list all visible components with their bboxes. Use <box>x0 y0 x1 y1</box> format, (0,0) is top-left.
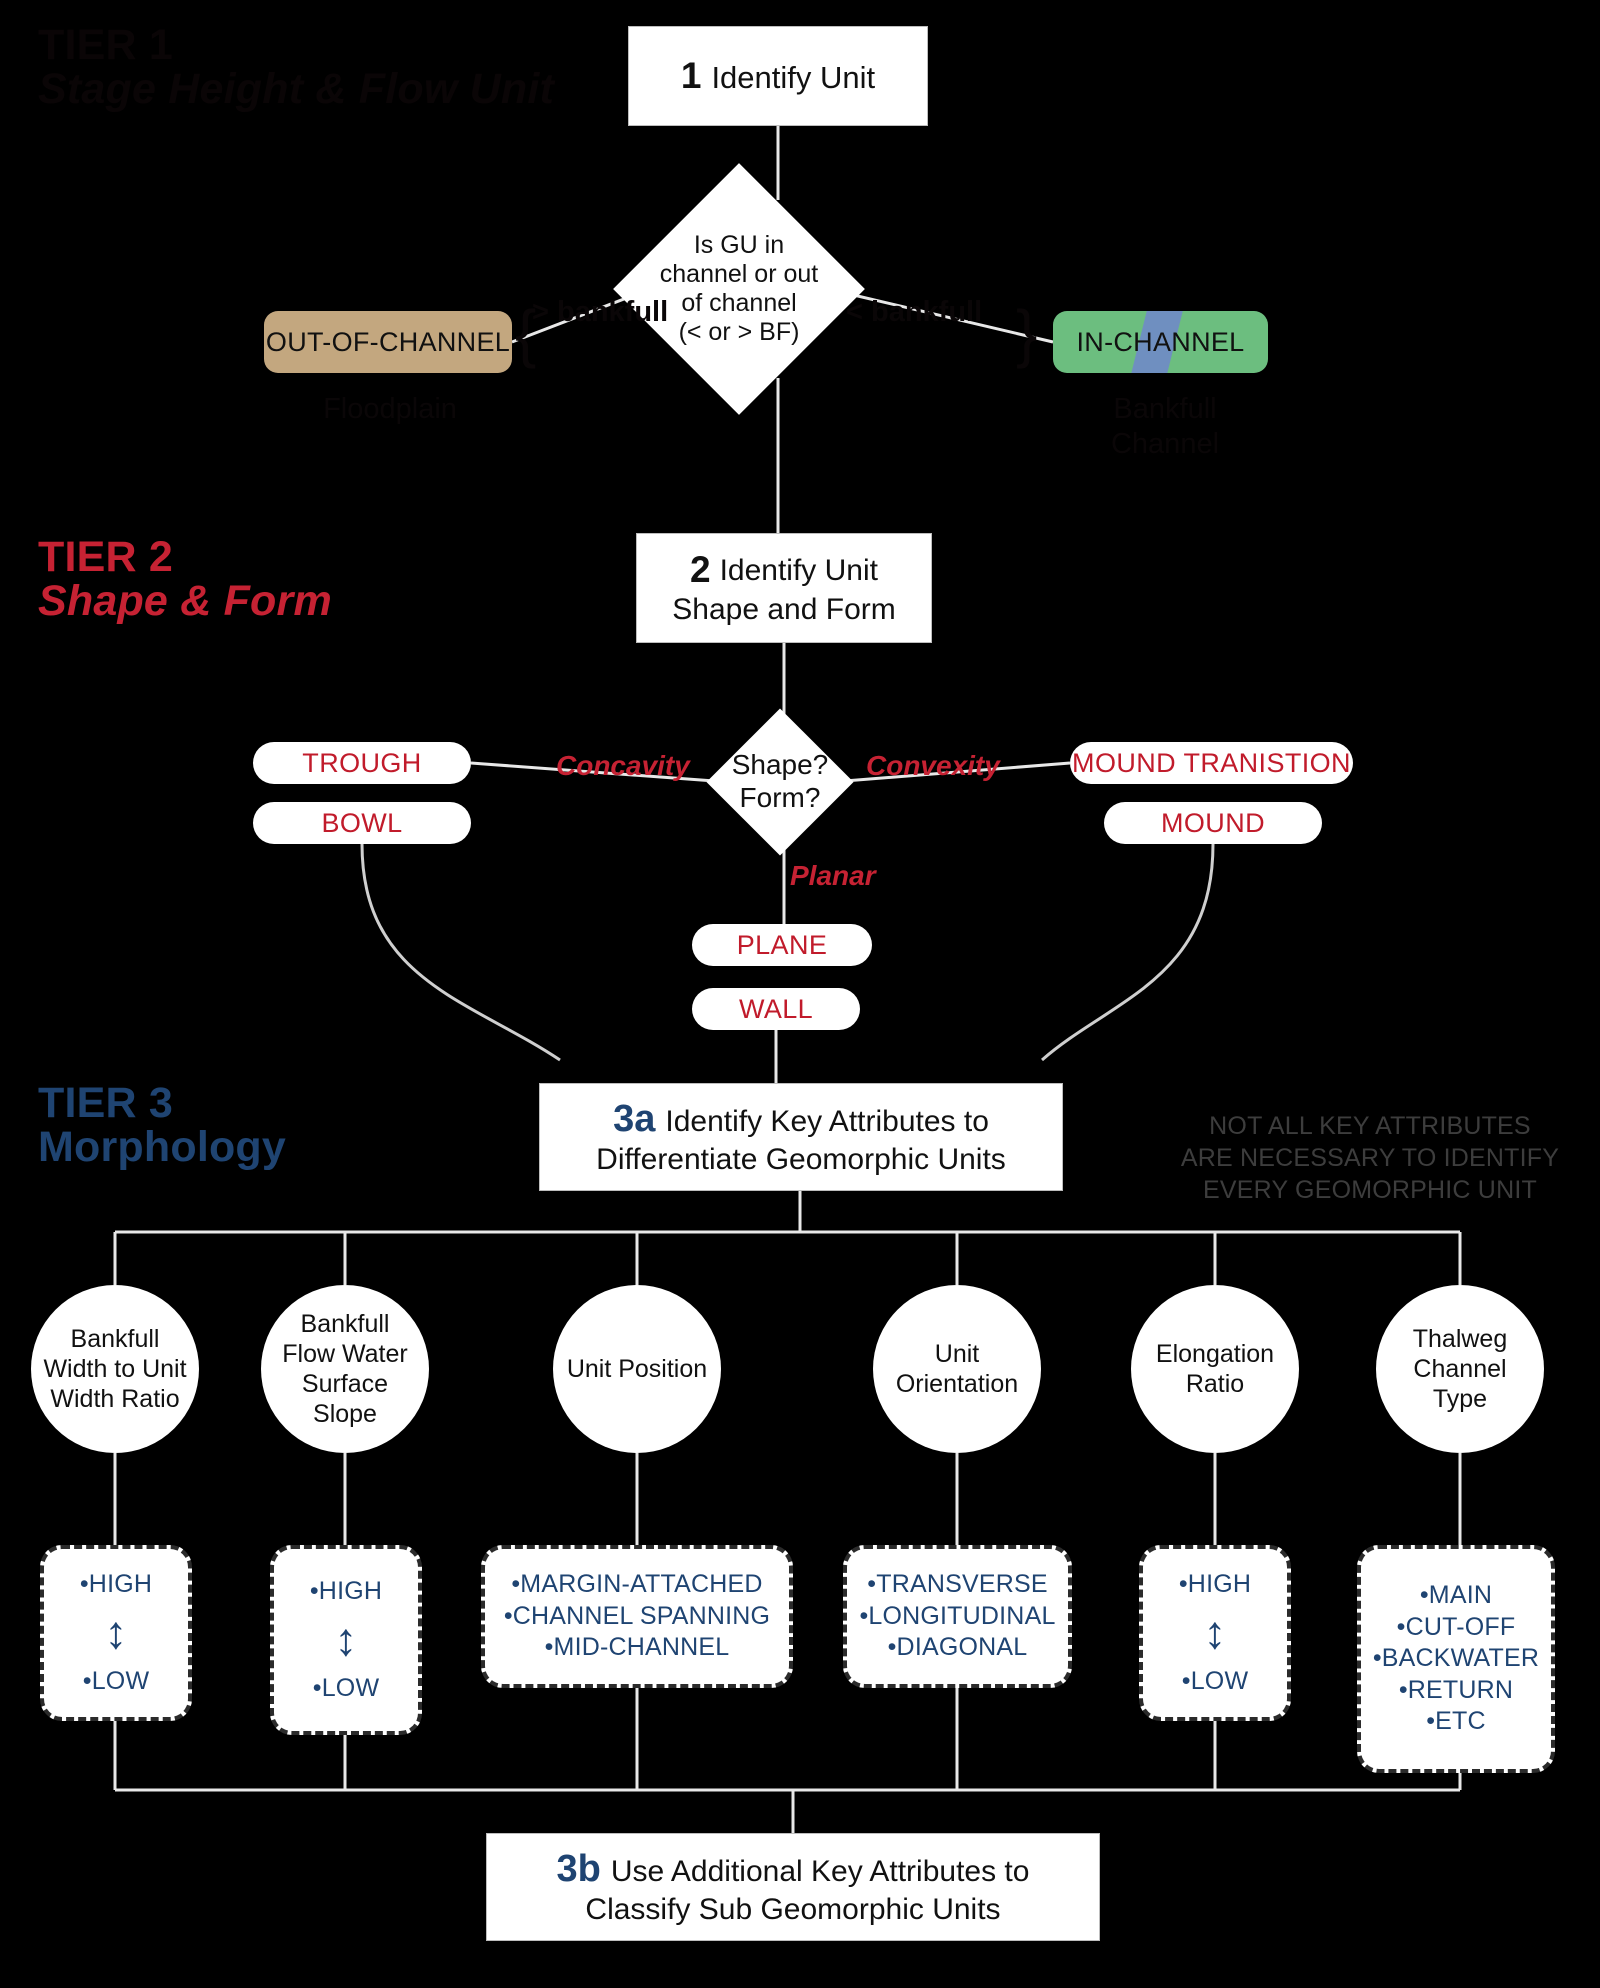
option-high: •HIGH <box>309 1576 383 1605</box>
option-box-bankfull-flow-water-surface-slope[interactable]: •HIGH ↕ •LOW <box>270 1545 422 1735</box>
decision-shape-line2: Form? <box>739 782 821 813</box>
option-box-elongation-ratio[interactable]: •HIGH ↕ •LOW <box>1139 1545 1291 1721</box>
decision-shape-line1: Shape? <box>731 749 829 781</box>
caption-bankfull-channel-line1: Bankfull <box>1113 393 1217 425</box>
pill-plane[interactable]: PLANE <box>692 924 872 966</box>
label-planar: Planar <box>790 860 876 891</box>
step-3a-identify-key-attributes-box[interactable]: 3a Identify Key Attributes to Differentia… <box>539 1083 1063 1191</box>
pill-trough[interactable]: TROUGH <box>253 742 471 784</box>
step-3a-number: 3a <box>613 1097 656 1140</box>
tier-3-label: TIER 3 <box>38 1079 174 1127</box>
tier-2-subtitle: Shape & Form <box>38 576 332 625</box>
step-3b-classify-sub-units-box[interactable]: 3b Use Additional Key Attributes to Class… <box>486 1833 1100 1941</box>
decision-channel-line2: channel or out <box>659 259 819 288</box>
attribute-circle-bankfull-flow-water-surface-slope[interactable]: Bankfull Flow Water Surface Slope <box>261 1285 429 1453</box>
decision-channel-line4: (< or > BF) <box>678 318 800 347</box>
tier-3-subtitle: Morphology <box>38 1122 287 1171</box>
step-1-number: 1 <box>680 55 702 96</box>
right-brace-icon: } <box>1016 297 1038 369</box>
attribute-circle-bankfull-width-to-unit-width-ratio[interactable]: Bankfull Width to Unit Width Ratio <box>31 1285 199 1453</box>
step-3b-number: 3b <box>556 1847 601 1890</box>
attribute-circle-label: Thalweg Channel Type <box>1412 1325 1508 1413</box>
tier-2-label: TIER 2 <box>38 533 174 581</box>
step-2-identify-shape-form-box[interactable]: 2 Identify Unit Shape and Form <box>636 533 932 643</box>
attribute-circle-label: Bankfull Flow Water Surface Slope <box>282 1310 408 1428</box>
label-concavity: Concavity <box>556 750 690 781</box>
pill-wall[interactable]: WALL <box>692 988 860 1030</box>
option-low: •LOW <box>312 1673 380 1702</box>
step-1-text: Identify Unit <box>711 60 876 95</box>
pill-mound-transition[interactable]: MOUND TRANISTION <box>1070 742 1353 784</box>
chip-in-channel[interactable]: IN-CHANNEL <box>1053 311 1268 373</box>
option-margin-attached: •MARGIN-ATTACHED <box>511 1570 763 1599</box>
option-backwater: •BACKWATER <box>1372 1644 1540 1673</box>
option-cut-off: •CUT-OFF <box>1396 1612 1516 1641</box>
condition-greater-than-bankfull: > bankfull <box>532 296 669 328</box>
step-3a-text-line1: Identify Key Attributes to <box>665 1104 989 1138</box>
note-line2: ARE NECESSARY TO IDENTIFY <box>1180 1144 1560 1172</box>
up-down-arrow-icon: ↕ <box>104 1606 128 1659</box>
caption-floodplain: Floodplain <box>323 393 457 425</box>
up-down-arrow-icon: ↕ <box>334 1613 358 1666</box>
attribute-circle-unit-orientation[interactable]: Unit Orientation <box>873 1285 1041 1453</box>
step-3b-text-line1: Use Additional Key Attributes to <box>610 1854 1030 1888</box>
up-down-arrow-icon: ↕ <box>1203 1606 1227 1659</box>
attribute-circle-label: Unit Orientation <box>895 1340 1019 1398</box>
step-2-number: 2 <box>690 549 711 591</box>
step-3b-text-line2: Classify Sub Geomorphic Units <box>585 1892 1001 1926</box>
decision-channel-line3: of channel <box>681 289 797 317</box>
option-box-thalweg-channel-type[interactable]: •MAIN •CUT-OFF •BACKWATER •RETURN •ETC <box>1357 1545 1555 1773</box>
attribute-circle-label: Elongation Ratio <box>1155 1340 1275 1398</box>
chip-out-of-channel[interactable]: OUT-OF-CHANNEL <box>264 311 512 373</box>
option-transverse: •TRANSVERSE <box>867 1570 1048 1599</box>
step-2-text-line1: Identify Unit <box>719 554 878 588</box>
chip-out-of-channel-label: OUT-OF-CHANNEL <box>265 326 511 357</box>
note-not-all-key-attributes: NOT ALL KEY ATTRIBUTES ARE NECESSARY TO … <box>1170 1110 1570 1206</box>
left-brace-icon: { <box>515 297 537 369</box>
option-high: •HIGH <box>79 1569 153 1598</box>
tier-1-subtitle: Stage Height & Flow Unit <box>38 64 555 113</box>
option-channel-spanning: •CHANNEL SPANNING <box>503 1601 771 1630</box>
decision-in-or-out-of-channel[interactable]: Is GU in channel or out of channel (< or… <box>613 163 865 415</box>
attribute-circle-thalweg-channel-type[interactable]: Thalweg Channel Type <box>1376 1285 1544 1453</box>
option-diagonal: •DIAGONAL <box>887 1633 1028 1662</box>
caption-bankfull-channel-line2: Channel <box>1110 427 1220 460</box>
attribute-circle-label: Unit Position <box>566 1355 708 1383</box>
decision-shape-form[interactable]: Shape? Form? <box>706 708 854 856</box>
note-line3: EVERY GEOMORPHIC UNIT <box>1203 1176 1537 1204</box>
option-mid-channel: •MID-CHANNEL <box>544 1633 730 1662</box>
chip-in-channel-label: IN-CHANNEL <box>1076 326 1245 357</box>
decision-channel-line1: Is GU in <box>693 230 785 259</box>
step-2-text-line2: Shape and Form <box>672 593 896 627</box>
condition-less-than-bankfull: < bankfull <box>846 296 983 328</box>
tier-1-heading: TIER 1 Stage Height & Flow Unit <box>38 21 555 113</box>
option-return: •RETURN <box>1398 1675 1514 1704</box>
step-3a-text-line2: Differentiate Geomorphic Units <box>596 1142 1006 1176</box>
label-convexity: Convexity <box>866 750 1000 781</box>
attribute-circle-label: Bankfull Width to Unit Width Ratio <box>43 1325 187 1413</box>
tier-1-label: TIER 1 <box>38 21 174 69</box>
pill-mound[interactable]: MOUND <box>1104 802 1322 844</box>
option-box-unit-position[interactable]: •MARGIN-ATTACHED •CHANNEL SPANNING •MID-… <box>481 1545 793 1688</box>
pill-bowl[interactable]: BOWL <box>253 802 471 844</box>
option-etc: •ETC <box>1426 1707 1486 1736</box>
flowchart-diagram: TIER 1 Stage Height & Flow Unit TIER 2 S… <box>0 0 1600 1988</box>
option-box-unit-orientation[interactable]: •TRANSVERSE •LONGITUDINAL •DIAGONAL <box>843 1545 1072 1688</box>
tier-3-heading: TIER 3 Morphology <box>38 1079 287 1171</box>
option-box-bankfull-width-to-unit-width-ratio[interactable]: •HIGH ↕ •LOW <box>40 1545 192 1721</box>
note-line1: NOT ALL KEY ATTRIBUTES <box>1209 1112 1531 1140</box>
attribute-circle-unit-position[interactable]: Unit Position <box>553 1285 721 1453</box>
tier-2-heading: TIER 2 Shape & Form <box>38 533 332 625</box>
option-longitudinal: •LONGITUDINAL <box>859 1601 1056 1630</box>
attribute-circle-elongation-ratio[interactable]: Elongation Ratio <box>1131 1285 1299 1453</box>
step-1-identify-unit-box[interactable]: 1 Identify Unit <box>628 26 928 126</box>
caption-bankfull-channel: Bankfull Channel <box>1085 392 1245 462</box>
decision-channel-label: Is GU in channel or out of channel (< or… <box>650 231 828 348</box>
option-high: •HIGH <box>1178 1569 1252 1598</box>
option-low: •LOW <box>82 1666 150 1695</box>
decision-shape-label: Shape? Form? <box>728 749 832 815</box>
option-main: •MAIN <box>1419 1581 1493 1610</box>
option-low: •LOW <box>1181 1666 1249 1695</box>
